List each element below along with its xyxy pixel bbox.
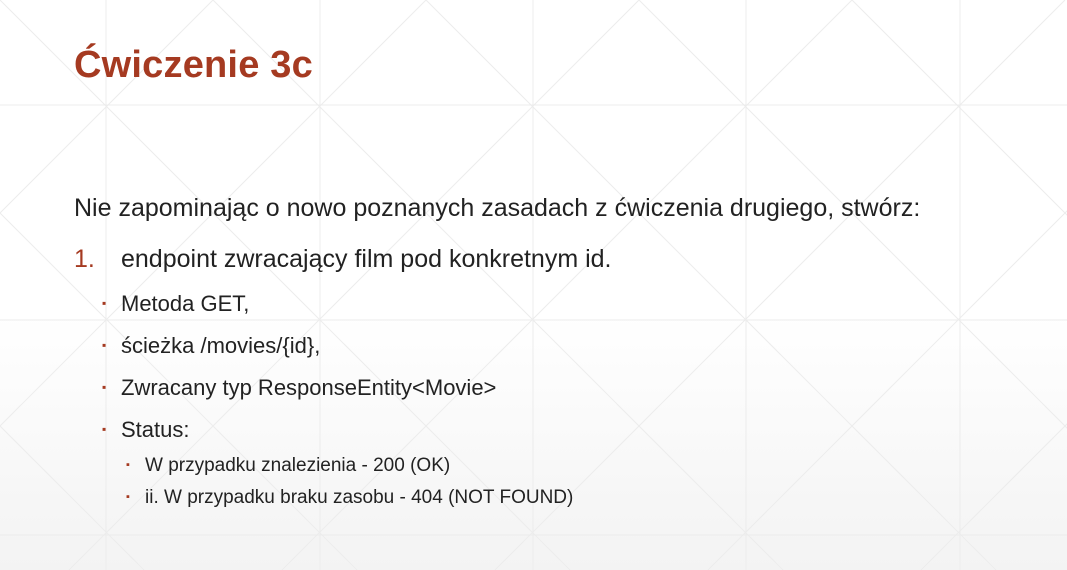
status-item-text: ii. W przypadku braku zasobu - 404 (NOT … bbox=[145, 487, 574, 508]
list-item-text: ścieżka /movies/{id}, bbox=[121, 333, 321, 358]
square-bullet-icon: ▪ bbox=[102, 380, 107, 394]
intro-text: Nie zapominając o nowo poznanych zasadac… bbox=[74, 194, 921, 222]
square-bullet-icon: ▪ bbox=[102, 338, 107, 352]
slide-title: Ćwiczenie 3c bbox=[74, 44, 313, 86]
square-bullet-icon: ▪ bbox=[126, 459, 130, 471]
list-item-text: Status: bbox=[121, 417, 190, 442]
numbered-item: 1. endpoint zwracający film pod konkretny… bbox=[74, 245, 612, 274]
status-item-text: W przypadku znalezienia - 200 (OK) bbox=[145, 455, 451, 476]
status-item: ▪ ii. W przypadku braku zasobu - 404 (NOT… bbox=[126, 487, 573, 509]
item-number: 1. bbox=[74, 245, 95, 273]
list-item: ▪ Metoda GET, bbox=[102, 291, 249, 317]
square-bullet-icon: ▪ bbox=[126, 491, 130, 503]
list-item: ▪ ścieżka /movies/{id}, bbox=[102, 333, 320, 359]
status-item: ▪ W przypadku znalezienia - 200 (OK) bbox=[126, 455, 450, 477]
square-bullet-icon: ▪ bbox=[102, 296, 107, 310]
list-item: ▪ Status: bbox=[102, 417, 189, 443]
list-item-text: Zwracany typ ResponseEntity<Movie> bbox=[121, 375, 497, 400]
item-text: endpoint zwracający film pod konkretnym … bbox=[121, 245, 612, 273]
square-bullet-icon: ▪ bbox=[102, 422, 107, 436]
list-item: ▪ Zwracany typ ResponseEntity<Movie> bbox=[102, 375, 496, 401]
list-item-text: Metoda GET, bbox=[121, 291, 250, 316]
slide: Ćwiczenie 3c Nie zapominając o nowo pozn… bbox=[0, 0, 1067, 570]
